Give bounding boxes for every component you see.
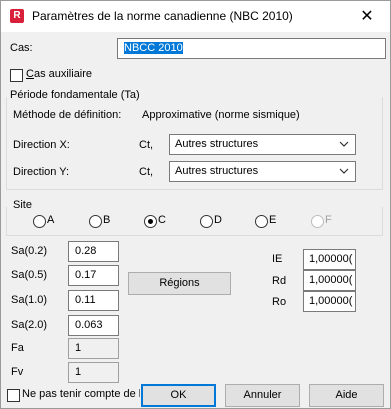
- fv-input: 1: [68, 362, 119, 383]
- chevron-down-icon: [339, 141, 349, 147]
- rd-label: Rd: [272, 275, 287, 287]
- site-radio-f-label: F: [325, 214, 332, 226]
- title-bar: R Paramètres de la norme canadienne (NBC…: [1, 1, 390, 32]
- site-radio-a-label: A: [47, 214, 55, 226]
- cas-auxiliaire-label-rest: as auxiliaire: [33, 68, 93, 80]
- sa02-label: Sa(0.2): [11, 245, 48, 257]
- ie-label: IE: [272, 253, 283, 265]
- method-label: Méthode de définition:: [13, 109, 122, 121]
- site-radio-e-label: E: [269, 214, 277, 226]
- chevron-down-icon: [339, 168, 349, 174]
- sa02-input[interactable]: 0.28: [68, 241, 119, 262]
- regions-button[interactable]: Régions: [128, 272, 231, 295]
- ignore-label: Ne pas tenir compte de la: [22, 388, 140, 400]
- direction-y-select[interactable]: Autres structures: [169, 161, 356, 182]
- sa05-input[interactable]: 0.17: [68, 265, 119, 286]
- site-radio-d[interactable]: [200, 215, 213, 228]
- site-radio-c-label: C: [158, 214, 166, 226]
- direction-y-label: Direction Y:: [13, 166, 70, 178]
- method-value: Approximative (norme sismique): [142, 109, 300, 121]
- cas-auxiliaire-checkbox[interactable]: [10, 69, 23, 82]
- site-radio-d-label: D: [214, 214, 222, 226]
- window-title: Paramètres de la norme canadienne (NBC 2…: [32, 9, 293, 23]
- sa20-label: Sa(2.0): [11, 319, 48, 331]
- ro-input[interactable]: 1,00000(: [303, 291, 356, 312]
- site-radio-b[interactable]: [89, 215, 102, 228]
- cas-input-value: NBCC 2010: [124, 42, 183, 54]
- sa10-label: Sa(1.0): [11, 294, 48, 306]
- close-button[interactable]: ✕: [344, 1, 390, 32]
- fa-input: 1: [68, 338, 119, 359]
- direction-x-select[interactable]: Autres structures: [169, 134, 356, 155]
- ct-x-label: Ct,: [139, 139, 154, 151]
- fv-label: Fv: [11, 366, 24, 378]
- help-button[interactable]: Aide: [309, 384, 384, 407]
- rd-input[interactable]: 1,00000(: [303, 270, 356, 291]
- ct-y-label: Ct,: [139, 166, 154, 178]
- sa05-label: Sa(0.5): [11, 269, 48, 281]
- dialog-window: R Paramètres de la norme canadienne (NBC…: [0, 0, 391, 409]
- cas-auxiliaire-label: Cas auxiliaire: [26, 68, 93, 80]
- site-radio-c[interactable]: [144, 215, 157, 228]
- ignore-checkbox[interactable]: [7, 389, 20, 402]
- direction-x-value: Autres structures: [175, 138, 259, 150]
- cas-label: Cas:: [10, 42, 33, 54]
- app-icon: R: [10, 9, 24, 23]
- fa-label: Fa: [11, 342, 24, 354]
- sa10-input[interactable]: 0.11: [68, 290, 119, 311]
- close-icon: ✕: [360, 8, 374, 25]
- direction-x-label: Direction X:: [13, 139, 70, 151]
- ie-input[interactable]: 1,00000(: [303, 249, 356, 270]
- direction-y-value: Autres structures: [175, 165, 259, 177]
- site-radio-e[interactable]: [255, 215, 268, 228]
- site-radio-a[interactable]: [33, 215, 46, 228]
- ro-label: Ro: [272, 296, 287, 308]
- sa20-input[interactable]: 0.063: [68, 315, 119, 336]
- cancel-button[interactable]: Annuler: [225, 384, 300, 407]
- ok-button[interactable]: OK: [141, 384, 216, 407]
- site-radio-b-label: B: [103, 214, 111, 226]
- cas-input[interactable]: NBCC 2010: [117, 38, 386, 59]
- site-radio-f: [311, 215, 324, 228]
